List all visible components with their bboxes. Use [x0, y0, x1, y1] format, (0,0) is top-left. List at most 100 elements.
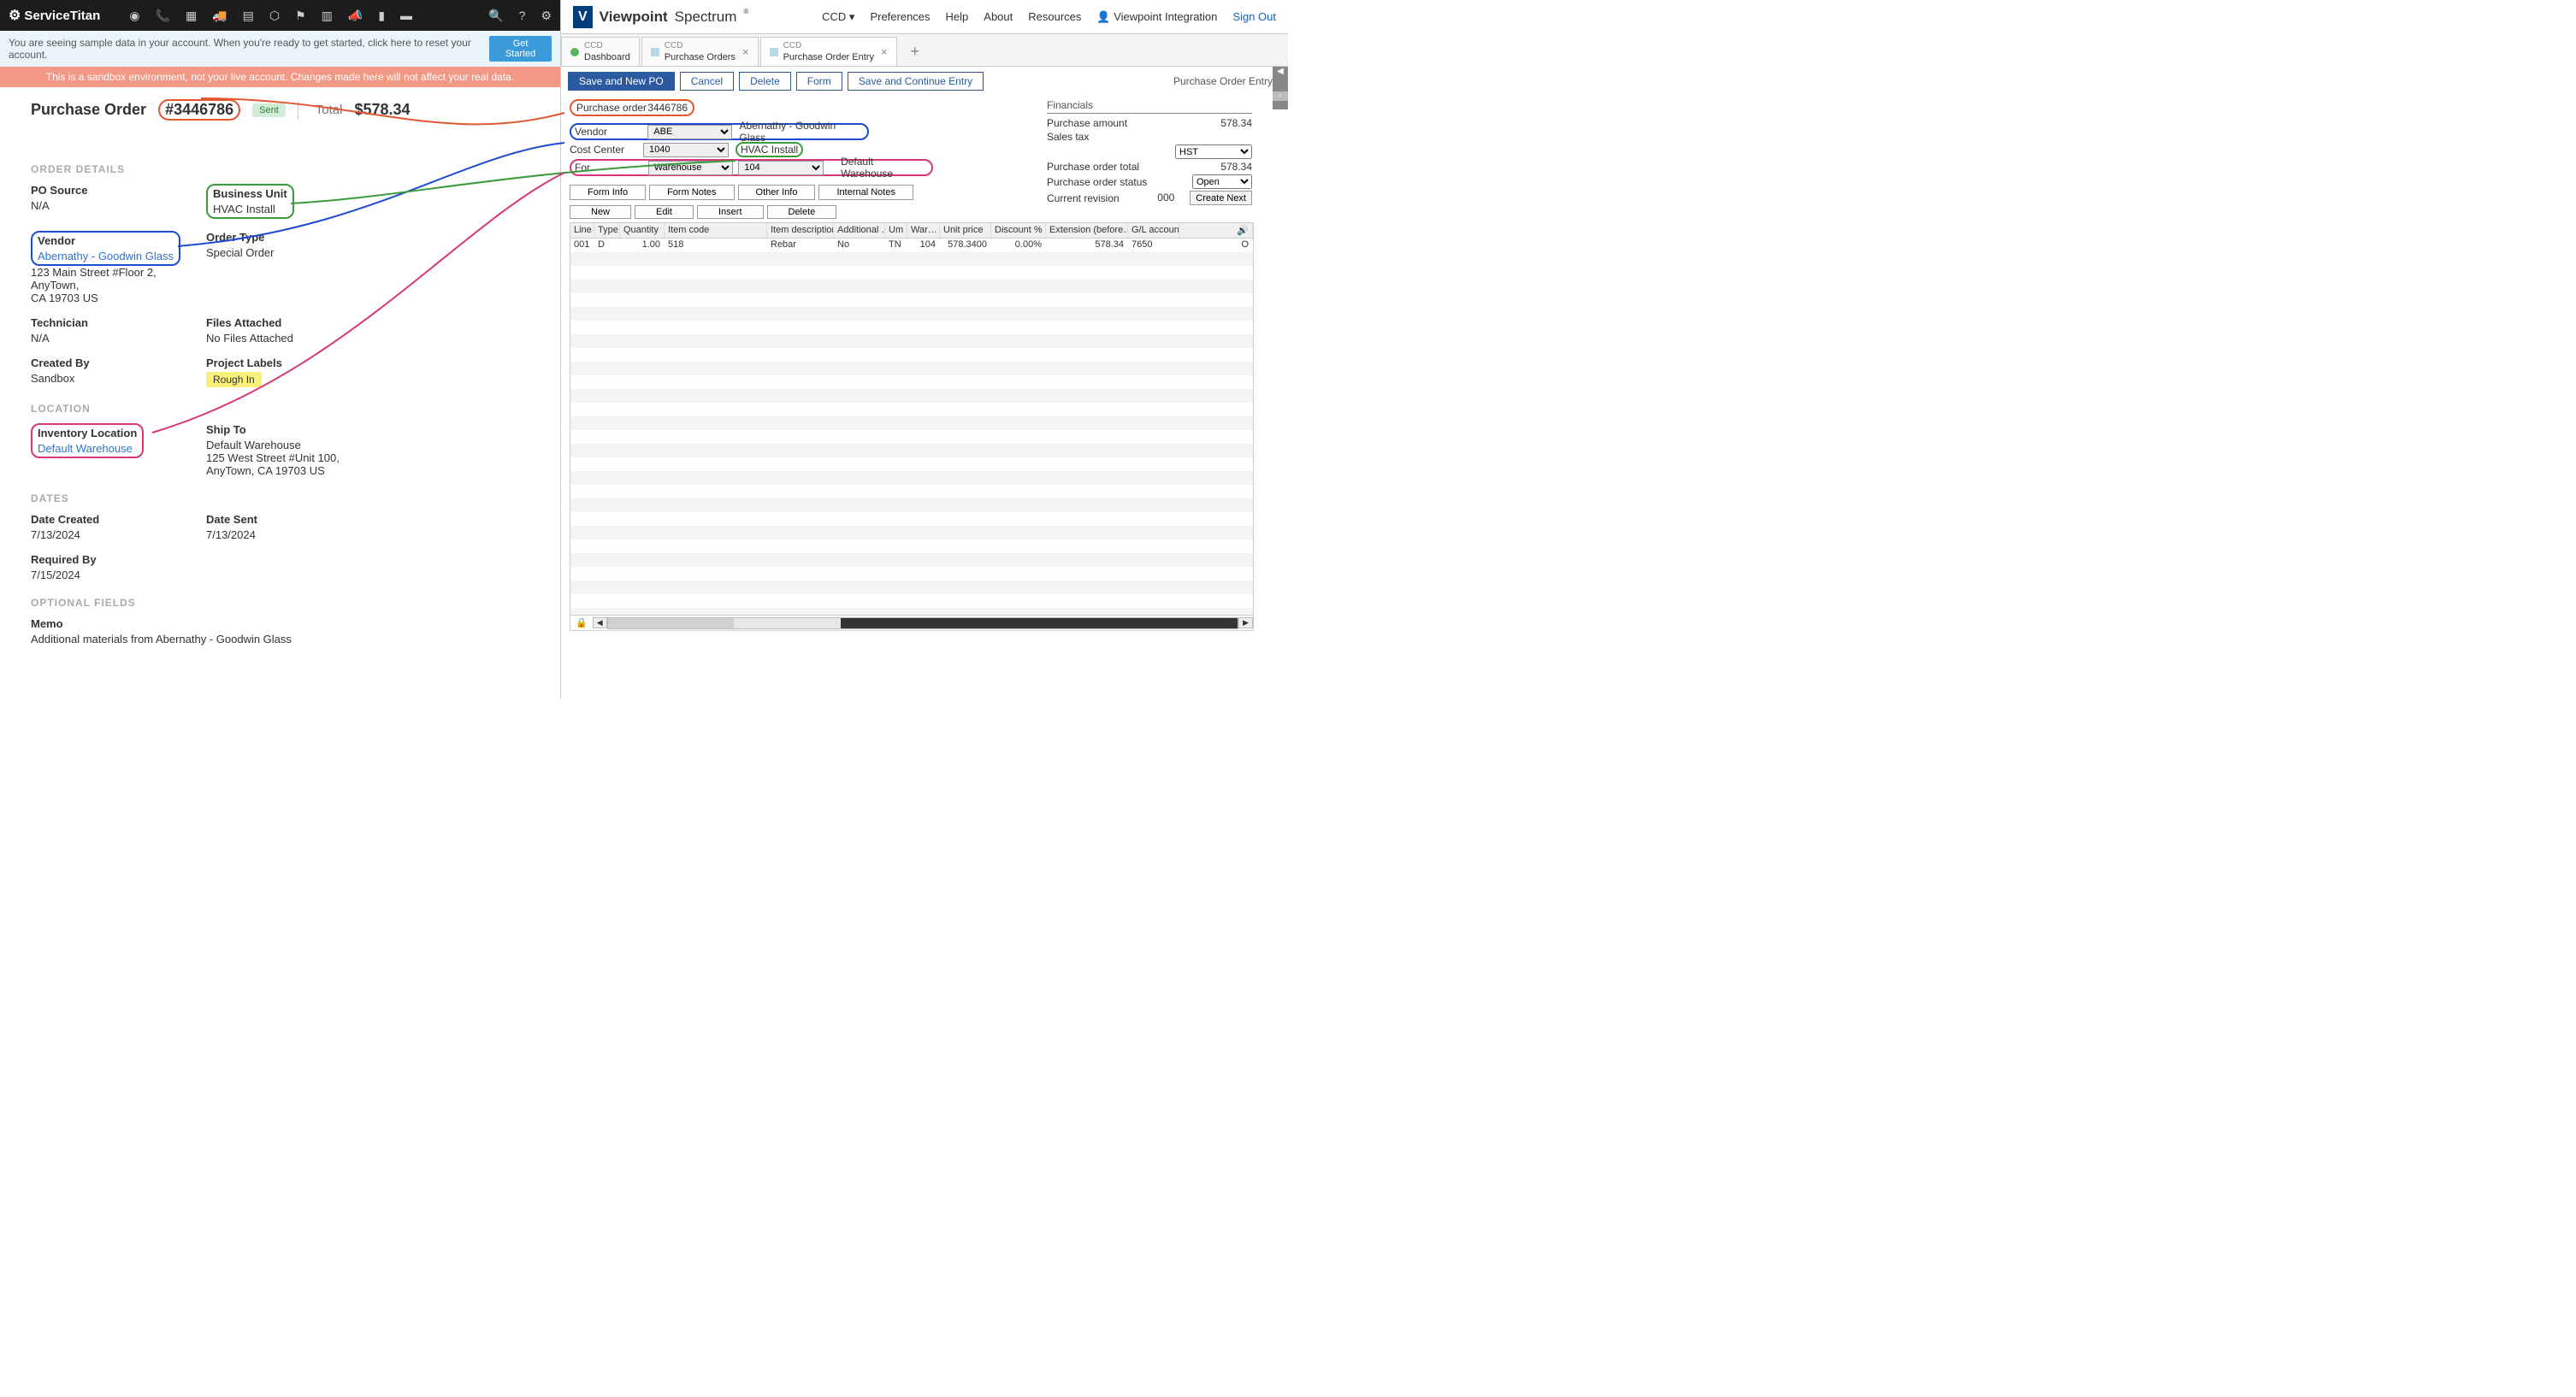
cancel-button[interactable]: Cancel [680, 72, 734, 91]
fin-amt-val: 578.34 [1220, 117, 1252, 129]
nav-ccd[interactable]: CCD ▾ [822, 10, 854, 24]
megaphone-icon[interactable]: 📣 [348, 9, 363, 23]
inv-loc-link[interactable]: Default Warehouse [38, 442, 137, 455]
nav-signout[interactable]: Sign Out [1232, 10, 1276, 23]
col-war[interactable]: War… [907, 223, 940, 238]
calendar-icon[interactable]: ▦ [186, 9, 197, 23]
bu-label: Business Unit [213, 187, 287, 200]
col-gl[interactable]: G/L account [1128, 223, 1179, 238]
st-logo[interactable]: ⚙ ServiceTitan [9, 7, 100, 24]
vp-logo-text1: Viewpoint [600, 9, 668, 26]
internal-notes-button[interactable]: Internal Notes [818, 185, 913, 200]
vendor-row: Vendor ABE Abernathy - Goodwin Glass [570, 123, 869, 140]
chart-icon[interactable]: ▥ [322, 9, 333, 23]
project-label-chip: Rough In [206, 372, 262, 387]
nav-resources[interactable]: Resources [1028, 10, 1081, 23]
tab-dashboard[interactable]: CCDDashboard [561, 37, 640, 66]
gear-icon: ⚙ [9, 7, 21, 24]
scroll-thumb-dark[interactable] [841, 618, 1238, 628]
vp-logo-text2: Spectrum [675, 9, 737, 26]
cost-center-select[interactable]: 1040 [643, 143, 729, 157]
line-items-grid: Line Type Quantity Item code Item descri… [570, 222, 1254, 631]
col-addl[interactable]: Additional … [834, 223, 885, 238]
col-type[interactable]: Type [594, 223, 620, 238]
tab-po-entry[interactable]: CCDPurchase Order Entry × [760, 37, 897, 66]
col-disc[interactable]: Discount % [991, 223, 1046, 238]
vp-nav: CCD ▾ Preferences Help About Resources 👤… [822, 10, 1276, 24]
vendor-link[interactable]: Abernathy - Goodwin Glass [38, 250, 174, 262]
date-sent-value: 7/13/2024 [206, 528, 381, 541]
grid-delete-button[interactable]: Delete [767, 205, 837, 219]
scroll-track[interactable] [607, 617, 1238, 629]
other-info-button[interactable]: Other Info [738, 185, 816, 200]
add-tab-button[interactable]: + [899, 38, 932, 66]
cell-addl: No [834, 239, 885, 252]
doc-icon [651, 48, 659, 56]
ship-to-label: Ship To [206, 423, 381, 436]
technician-value: N/A [31, 332, 206, 345]
grid-body[interactable]: 001 D 1.00 518 Rebar No TN 104 578.3400 … [570, 239, 1253, 615]
delete-button[interactable]: Delete [739, 72, 791, 91]
project-labels-label: Project Labels [206, 357, 381, 369]
flag-icon[interactable]: ⚑ [295, 9, 306, 23]
form-button[interactable]: Form [796, 72, 842, 91]
form-notes-button[interactable]: Form Notes [649, 185, 734, 200]
cell-code: 518 [665, 239, 767, 252]
save-new-po-button[interactable]: Save and New PO [568, 72, 675, 91]
form-info-button[interactable]: Form Info [570, 185, 646, 200]
nav-help[interactable]: Help [946, 10, 969, 23]
col-um[interactable]: Um [885, 223, 907, 238]
grid-insert-button[interactable]: Insert [697, 205, 764, 219]
order-type-label: Order Type [206, 231, 381, 244]
grid-edit-button[interactable]: Edit [635, 205, 694, 219]
truck-icon[interactable]: 🚚 [212, 9, 227, 23]
required-by-label: Required By [31, 553, 206, 566]
save-continue-button[interactable]: Save and Continue Entry [848, 72, 984, 91]
help-icon[interactable]: ? [519, 9, 526, 23]
col-code[interactable]: Item code [665, 223, 767, 238]
grid-header: Line Type Quantity Item code Item descri… [570, 223, 1253, 239]
col-qty[interactable]: Quantity [620, 223, 665, 238]
col-ext[interactable]: Extension (before… [1046, 223, 1128, 238]
inv-loc-label: Inventory Location [38, 427, 137, 439]
tab-purchase-orders[interactable]: CCDPurchase Orders × [641, 37, 759, 66]
nav-user[interactable]: 👤 Viewpoint Integration [1096, 10, 1217, 24]
nav-preferences[interactable]: Preferences [870, 10, 930, 23]
nav-about[interactable]: About [984, 10, 1013, 23]
close-icon[interactable]: × [881, 45, 888, 58]
clipboard-icon[interactable]: ▤ [243, 9, 254, 23]
settings-icon[interactable]: ⚙ [541, 9, 552, 23]
viewpoint-panel: V Viewpoint Spectrum ® CCD ▾ Preferences… [560, 0, 1288, 698]
col-line[interactable]: Line [570, 223, 594, 238]
ship-to-val2: 125 West Street #Unit 100, [206, 451, 381, 464]
get-started-button[interactable]: Get Started [489, 36, 552, 62]
files-value: No Files Attached [206, 332, 381, 345]
for-select[interactable]: Warehouse [648, 161, 734, 175]
scroll-thumb[interactable] [608, 618, 734, 628]
col-desc[interactable]: Item description [767, 223, 834, 238]
vp-toolbar: Save and New PO Cancel Delete Form Save … [561, 67, 1288, 96]
col-price[interactable]: Unit price [940, 223, 991, 238]
globe-icon[interactable]: ◉ [129, 9, 139, 23]
col-sound-icon[interactable]: 🔊 [1179, 223, 1253, 238]
close-icon[interactable]: × [742, 45, 749, 58]
po-source-value: N/A [31, 199, 206, 212]
create-next-button[interactable]: Create Next [1190, 191, 1252, 205]
h-scrollbar[interactable]: 🔒 ◀ ▶ [570, 615, 1253, 630]
scroll-right-button[interactable]: ▶ [1238, 617, 1253, 628]
for-code-select[interactable]: 104 [738, 161, 824, 175]
scroll-left-button[interactable]: ◀ [593, 617, 607, 628]
folder-icon[interactable]: ▬ [400, 9, 412, 23]
phone-icon[interactable]: 📞 [156, 9, 170, 23]
table-row[interactable]: 001 D 1.00 518 Rebar No TN 104 578.3400 … [570, 239, 1253, 252]
doc-icon[interactable]: ▮ [378, 9, 385, 23]
technician-label: Technician [31, 316, 206, 329]
side-panel-toggle[interactable]: ◀ ▫ [1273, 67, 1288, 109]
status-select[interactable]: Open [1192, 174, 1252, 189]
vendor-select[interactable]: ABE [647, 125, 732, 139]
tax-select[interactable]: HST [1175, 144, 1252, 159]
grid-new-button[interactable]: New [570, 205, 631, 219]
vp-logo-icon: V [573, 6, 593, 28]
search-icon[interactable]: 🔍 [488, 9, 503, 23]
box-icon[interactable]: ⬡ [269, 9, 280, 23]
